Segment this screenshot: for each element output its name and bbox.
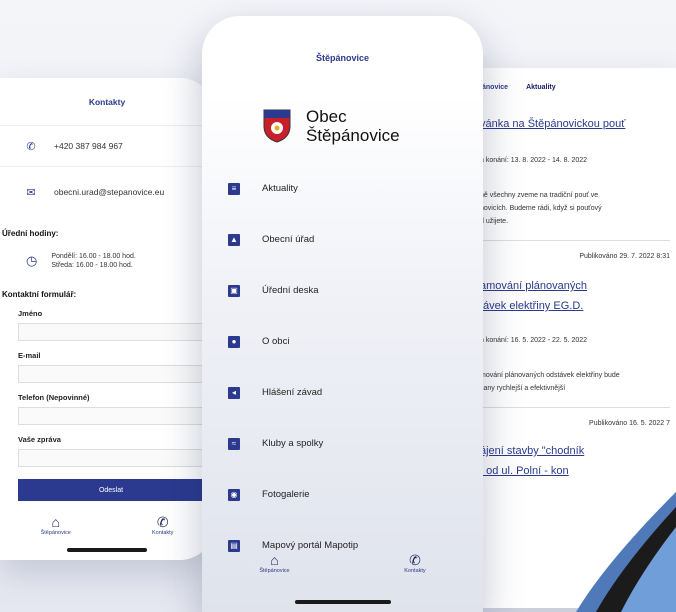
phone-input[interactable] <box>18 407 204 425</box>
hours-line-wednesday: Středa: 16.00 - 18.00 hod. <box>51 262 133 269</box>
device-shape <box>576 492 676 612</box>
hours-heading: Úřední hodiny: <box>2 229 59 238</box>
article-title[interactable]: amování plánovaných <box>468 276 676 296</box>
menu-item-kluby[interactable]: ≈ Kluby a spolky <box>202 418 483 469</box>
home-icon: ⌂ <box>51 514 60 530</box>
nav-home-label: Štěpánovice <box>259 568 290 574</box>
clock-icon: ◷ <box>26 253 38 268</box>
device-corner <box>566 452 676 612</box>
menu-label: Kluby a spolky <box>262 438 324 449</box>
send-button[interactable]: Odeslat <box>18 479 204 501</box>
article-date: n konání: 13. 8. 2022 - 14. 8. 2022 <box>480 157 588 164</box>
screen-title: Kontakty <box>0 78 214 126</box>
home-indicator <box>294 600 391 604</box>
home-indicator <box>67 548 147 552</box>
menu-item-o-obci[interactable]: ● O obci <box>202 316 483 367</box>
nav-contacts-label: Kontakty <box>152 530 174 536</box>
field-label-phone: Telefon (Nepovinné) <box>18 393 90 402</box>
menu-item-aktuality[interactable]: ≡ Aktuality <box>202 163 483 214</box>
contacts-screen: Kontakty ✆ +420 387 984 967 ✉ obecni.ura… <box>0 78 214 560</box>
menu-label: Aktuality <box>262 183 298 194</box>
field-label-name: Jméno <box>18 309 43 318</box>
email-row[interactable]: ✉ obecni.urad@stepanovice.eu <box>0 167 214 217</box>
menu-label: Fotogalerie <box>262 489 310 500</box>
menu-label: Úřední deska <box>262 285 319 296</box>
article-text: novicích. Budeme rádi, když si pouťový <box>480 205 602 212</box>
mail-icon: ✉ <box>26 186 36 199</box>
megaphone-icon: ◂ <box>228 386 240 399</box>
menu-item-hlaseni-zavad[interactable]: ◂ Hlášení závad <box>202 367 483 418</box>
nav-contacts-label: Kontakty <box>404 568 426 574</box>
menu-panel: Obec Štěpánovice ≡ Aktuality ▲ Obecní úřad… <box>202 96 483 612</box>
article-title[interactable]: vánka na Štěpánovickou pouť <box>468 114 676 134</box>
nav-home-label: Štěpánovice <box>40 530 71 536</box>
divider <box>480 407 670 408</box>
group-icon: ≈ <box>228 437 240 450</box>
menu-screen: Štěpánovice Obec Štěpánovice ≡ Aktuality … <box>202 16 483 612</box>
article-title[interactable]: távek elektřiny EG.D. <box>468 296 676 316</box>
phone-icon: ✆ <box>156 514 169 530</box>
phone-row[interactable]: ✆ +420 387 984 967 <box>0 126 214 166</box>
hours-line-monday: Pondělí: 16.00 - 18.00 hod. <box>51 253 136 260</box>
brand-line1: Obec <box>306 107 347 126</box>
article-date: n konání: 16. 5. 2022 - 22. 5. 2022 <box>480 337 588 344</box>
screen-title: Štěpánovice <box>315 53 370 63</box>
name-input[interactable] <box>18 323 204 341</box>
nav-home[interactable]: ⌂ Štěpánovice <box>41 514 71 536</box>
nav-home[interactable]: ⌂ Štěpánovice <box>259 552 289 612</box>
published-date: Publikováno 29. 7. 2022 8:31 <box>579 253 670 260</box>
coat-of-arms-icon <box>263 109 291 143</box>
building-icon: ▲ <box>228 233 240 246</box>
article-text: čany rychlejší a efektivnější <box>480 385 566 392</box>
news-list: vánka na Štěpánovickou pouť n konání: 13… <box>468 106 676 481</box>
board-icon: ▣ <box>228 284 240 297</box>
menu-label: O obci <box>262 336 290 347</box>
email-input[interactable] <box>18 365 204 383</box>
menu-label: Hlášení závad <box>262 387 323 398</box>
field-label-email: E-mail <box>18 351 41 360</box>
message-input[interactable] <box>18 449 204 467</box>
menu-item-obecni-urad[interactable]: ▲ Obecní úřad <box>202 214 483 265</box>
hours-row: ◷ Pondělí: 16.00 - 18.00 hod. Středa: 16… <box>0 238 214 280</box>
published-date: Publikováno 16. 5. 2022 7 <box>589 420 670 427</box>
email-address: obecni.urad@stepanovice.eu <box>54 187 165 197</box>
main-menu: ≡ Aktuality ▲ Obecní úřad ▣ Úřední deska ● O… <box>202 163 483 571</box>
form-heading: Kontaktní formulář: <box>2 290 77 299</box>
phone-icon: ✆ <box>26 140 36 153</box>
phone-icon: ✆ <box>409 552 421 568</box>
menu-item-uredni-deska[interactable]: ▣ Úřední deska <box>202 265 483 316</box>
news-icon: ≡ <box>228 182 240 195</box>
brand-line2: Štěpánovice <box>306 126 400 145</box>
field-label-message: Vaše zpráva <box>18 435 61 444</box>
tab-aktuality[interactable]: Aktuality <box>526 84 556 91</box>
brand-block: Obec Štěpánovice <box>202 96 483 156</box>
article-text: ně všechny zveme na tradiční pouť ve <box>480 192 599 199</box>
nav-contacts[interactable]: ✆ Kontakty <box>404 552 425 612</box>
menu-item-fotogalerie[interactable]: ◉ Fotogalerie <box>202 469 483 520</box>
back-tab[interactable]: ánovice <box>482 84 508 91</box>
menu-label: Obecní úřad <box>262 234 315 245</box>
phone-number: +420 387 984 967 <box>54 141 123 151</box>
article-text: d užijete. <box>480 218 509 225</box>
info-icon: ● <box>228 335 240 348</box>
breadcrumb: ánovice Aktuality <box>468 68 676 106</box>
camera-icon: ◉ <box>228 488 240 501</box>
home-icon: ⌂ <box>270 552 279 568</box>
nav-contacts[interactable]: ✆ Kontakty <box>152 514 173 536</box>
article-text: mování plánovaných odstávek elektřiny bu… <box>480 372 620 379</box>
divider <box>480 240 670 241</box>
